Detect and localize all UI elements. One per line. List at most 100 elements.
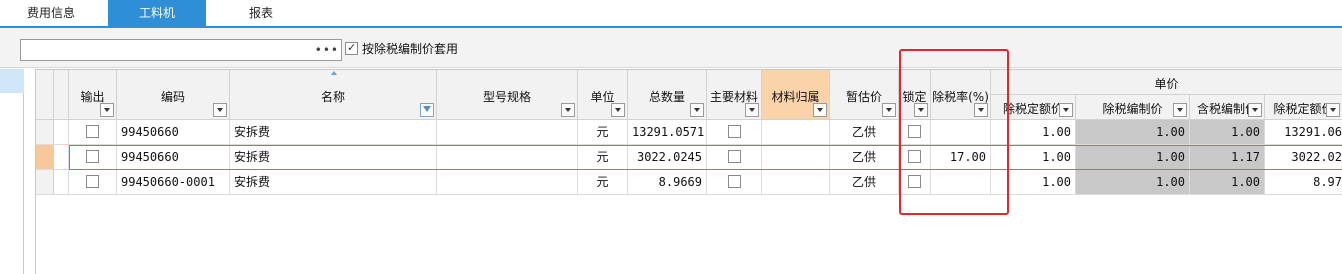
header-tax-rate[interactable]: 除税率(%) <box>931 70 991 120</box>
price-cell[interactable]: 13291.06 <box>1265 120 1342 145</box>
code-cell[interactable]: 99450660-0001 <box>117 170 230 195</box>
price-cell[interactable]: 1.00 <box>1190 170 1265 195</box>
output-cell[interactable] <box>69 145 117 170</box>
tax-excluded-price-option[interactable]: 按除税编制价套用 <box>345 40 458 57</box>
main-material-checkbox[interactable] <box>727 150 741 163</box>
model-cell[interactable] <box>437 145 578 170</box>
unit-cell[interactable]: 元 <box>578 145 628 170</box>
filter-dropdown-icon[interactable] <box>745 103 759 117</box>
price-cell[interactable]: 1.00 <box>1190 120 1265 145</box>
filter-dropdown-icon[interactable] <box>690 103 704 117</box>
tab-cost-info[interactable]: 费用信息 <box>0 0 102 26</box>
header-model[interactable]: 型号规格 <box>437 70 578 120</box>
price-cell[interactable]: 1.00 <box>991 120 1076 145</box>
toolbar: ••• 按除税编制价套用 <box>0 28 1342 68</box>
search-field[interactable]: ••• <box>20 39 342 61</box>
row-header[interactable] <box>36 145 54 170</box>
row-header[interactable] <box>36 120 54 145</box>
output-cell[interactable] <box>69 120 117 145</box>
filter-dropdown-icon[interactable] <box>974 103 988 117</box>
estimate-cell[interactable]: 乙供 <box>830 120 899 145</box>
tax-rate-cell[interactable] <box>931 120 991 145</box>
name-cell[interactable]: 安拆费 <box>230 145 437 170</box>
output-checkbox[interactable] <box>86 150 99 163</box>
header-price-tax-incl-compiled[interactable]: 含税编制价 <box>1190 95 1265 120</box>
tab-reports[interactable]: 报表 <box>212 0 310 26</box>
header-main-material[interactable]: 主要材料 <box>707 70 762 120</box>
filter-dropdown-icon[interactable] <box>1059 103 1073 117</box>
more-options-button[interactable]: ••• <box>315 42 339 58</box>
lock-cell[interactable] <box>899 145 931 170</box>
estimate-cell[interactable]: 乙供 <box>830 170 899 195</box>
price-cell[interactable]: 8.97 <box>1265 170 1342 195</box>
price-cell[interactable]: 1.00 <box>1076 145 1190 170</box>
filter-dropdown-icon[interactable] <box>813 103 827 117</box>
header-code[interactable]: 编码 <box>117 70 230 120</box>
header-price-tax-excl-quota-2[interactable]: 除税定额价 <box>1265 95 1342 120</box>
header-estimate[interactable]: 暂估价 <box>830 70 899 120</box>
header-output[interactable]: 输出 <box>69 70 117 120</box>
estimate-cell[interactable]: 乙供 <box>830 145 899 170</box>
header-total-qty[interactable]: 总数量 <box>628 70 707 120</box>
name-cell[interactable]: 安拆费 <box>230 120 437 145</box>
main-material-checkbox[interactable] <box>727 175 741 188</box>
filter-dropdown-icon[interactable] <box>1326 103 1340 117</box>
output-cell[interactable] <box>69 170 117 195</box>
header-price-tax-excl-compiled[interactable]: 除税编制价 <box>1076 95 1190 120</box>
header-unit[interactable]: 单位 <box>578 70 628 120</box>
material-owner-cell[interactable] <box>762 120 830 145</box>
lock-cell[interactable] <box>899 120 931 145</box>
filter-dropdown-icon[interactable] <box>611 103 625 117</box>
price-cell[interactable]: 1.17 <box>1190 145 1265 170</box>
filter-dropdown-icon[interactable] <box>1173 103 1187 117</box>
lock-checkbox[interactable] <box>908 150 921 163</box>
main-material-checkbox[interactable] <box>727 125 741 138</box>
model-cell[interactable] <box>437 120 578 145</box>
name-cell[interactable]: 安拆费 <box>230 170 437 195</box>
table-row[interactable]: 99450660 安拆费 元 13291.0571 乙供 1.00 1.00 1… <box>36 120 1342 145</box>
search-input[interactable] <box>21 40 317 60</box>
material-owner-cell[interactable] <box>762 145 830 170</box>
row-header[interactable] <box>36 170 54 195</box>
price-cell[interactable]: 1.00 <box>1076 120 1190 145</box>
tax-excluded-price-checkbox[interactable] <box>345 40 358 56</box>
output-checkbox[interactable] <box>86 175 99 188</box>
header-lock[interactable]: 锁定 <box>899 70 931 120</box>
lock-checkbox[interactable] <box>908 125 921 138</box>
filter-dropdown-icon[interactable] <box>100 103 114 117</box>
filter-dropdown-icon[interactable] <box>914 103 928 117</box>
main-material-cell[interactable] <box>707 145 762 170</box>
table-row[interactable]: 99450660-0001 安拆费 元 8.9669 乙供 1.00 1.00 … <box>36 170 1342 195</box>
tax-rate-cell[interactable] <box>931 170 991 195</box>
tax-rate-cell[interactable]: 17.00 <box>931 145 991 170</box>
filter-dropdown-icon[interactable] <box>882 103 896 117</box>
output-checkbox[interactable] <box>86 125 99 138</box>
main-material-cell[interactable] <box>707 170 762 195</box>
filter-dropdown-icon[interactable] <box>561 103 575 117</box>
model-cell[interactable] <box>437 170 578 195</box>
price-cell[interactable]: 1.00 <box>1076 170 1190 195</box>
main-material-cell[interactable] <box>707 120 762 145</box>
total-qty-cell[interactable]: 13291.0571 <box>628 120 707 145</box>
total-qty-cell[interactable]: 8.9669 <box>628 170 707 195</box>
header-name[interactable]: 名称 <box>230 70 437 120</box>
total-qty-cell[interactable]: 3022.0245 <box>628 145 707 170</box>
material-owner-cell[interactable] <box>762 170 830 195</box>
filter-dropdown-icon[interactable] <box>213 103 227 117</box>
price-cell[interactable]: 1.00 <box>991 170 1076 195</box>
lock-checkbox[interactable] <box>908 175 921 188</box>
filter-dropdown-icon[interactable] <box>1248 103 1262 117</box>
price-cell[interactable]: 3022.02 <box>1265 145 1342 170</box>
price-cell[interactable]: 1.00 <box>991 145 1076 170</box>
filter-funnel-icon[interactable] <box>420 103 434 117</box>
header-price-tax-excl-quota[interactable]: 除税定额价 <box>991 95 1076 120</box>
tab-labor-material-machine[interactable]: 工料机 <box>108 0 206 26</box>
code-cell[interactable]: 99450660 <box>117 120 230 145</box>
left-panel-selected-item[interactable] <box>0 69 24 93</box>
header-material-owner[interactable]: 材料归属 <box>762 70 830 120</box>
code-cell[interactable]: 99450660 <box>117 145 230 170</box>
unit-cell[interactable]: 元 <box>578 120 628 145</box>
table-row[interactable]: 99450660 安拆费 元 3022.0245 乙供 17.00 1.00 1… <box>36 145 1342 170</box>
unit-cell[interactable]: 元 <box>578 170 628 195</box>
lock-cell[interactable] <box>899 170 931 195</box>
